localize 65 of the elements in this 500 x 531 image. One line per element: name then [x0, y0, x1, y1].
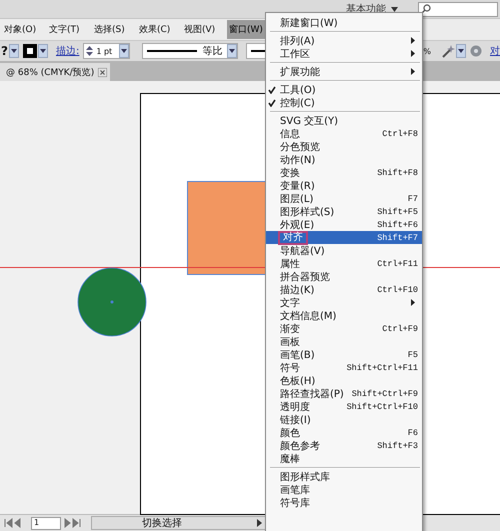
menu-item[interactable]: 色板(H)	[266, 374, 422, 387]
menu-item[interactable]: 动作(N)	[266, 153, 422, 166]
caret-icon	[456, 44, 466, 58]
menu-item[interactable]: 符号 Shift+Ctrl+F11	[266, 361, 422, 374]
status-dropdown[interactable]: 切换选择	[91, 516, 267, 530]
stroke-swatch-dropdown[interactable]	[22, 44, 48, 58]
stroke-weight-field[interactable]: 1 pt	[83, 43, 130, 59]
menu-item[interactable]: SVG 交互(Y)	[266, 114, 422, 127]
fill-dropdown[interactable]: ?	[1, 44, 19, 58]
align-link[interactable]: 对	[490, 44, 500, 58]
menu-item[interactable]: 分色预览	[266, 140, 422, 153]
menu-item[interactable]: 图形样式库	[266, 470, 422, 483]
magic-wand-icon	[441, 44, 455, 58]
menu-item[interactable]: 画板	[266, 335, 422, 348]
percent-label: %	[423, 46, 431, 56]
menu-item[interactable]: 链接(I)	[266, 413, 422, 426]
profile-dropdown[interactable]: 等比	[142, 43, 238, 59]
menu-item[interactable]: 符号库	[266, 496, 422, 509]
menu-item[interactable]: 控制(C)	[266, 96, 422, 109]
menu-item[interactable]: 工作区	[266, 47, 422, 60]
menu-item[interactable]: 图形样式(S) Shift+F5	[266, 205, 422, 218]
menu-bar-item[interactable]: 效果(C)	[137, 20, 180, 39]
document-tab[interactable]: @ 68% (CMYK/预览)	[0, 63, 110, 81]
menu-item[interactable]: 外观(E) Shift+F6	[266, 218, 422, 231]
menu-bar-item[interactable]: 对象(O)	[2, 20, 45, 39]
menu-item[interactable]: 变换 Shift+F8	[266, 166, 422, 179]
menu-item[interactable]: 颜色参考 Shift+F3	[266, 439, 422, 452]
menu-bar-item[interactable]: 选择(S)	[92, 20, 135, 39]
caret-icon	[8, 44, 19, 58]
menu-item[interactable]: 扩展功能	[266, 65, 422, 78]
menu-bar-item[interactable]: 视图(V)	[182, 20, 225, 39]
gear-icon	[470, 45, 482, 57]
menu-item[interactable]: 导航器(V)	[266, 244, 422, 257]
menu-item[interactable]: 变量(R)	[266, 179, 422, 192]
menu-item[interactable]: 工具(O)	[266, 83, 422, 96]
menu-item[interactable]: 图层(L) F7	[266, 192, 422, 205]
caret-icon	[119, 44, 130, 58]
line-icon	[147, 49, 198, 53]
search-icon	[421, 4, 431, 14]
page-field[interactable]: 1	[31, 516, 61, 530]
menu-item[interactable]: 文档信息(M)	[266, 309, 422, 322]
stroke-swatch-icon	[22, 44, 37, 58]
spinner-arrows-icon	[86, 45, 94, 57]
menu-item[interactable]: 路径查找器(P) Shift+Ctrl+F9	[266, 387, 422, 400]
menu-item[interactable]: 魔棒	[266, 452, 422, 465]
menu-item[interactable]: 拼合器预览	[266, 270, 422, 283]
menu-item[interactable]: 颜色 F6	[266, 426, 422, 439]
close-icon	[98, 68, 108, 76]
search-field[interactable]	[418, 2, 498, 16]
menu-item[interactable]: 画笔(B) F5	[266, 348, 422, 361]
menu-item[interactable]: 渐变 Ctrl+F9	[266, 322, 422, 335]
stroke-link[interactable]: 描边:	[56, 44, 80, 58]
menu-item[interactable]: 画笔库	[266, 483, 422, 496]
menu-item[interactable]: 信息 Ctrl+F8	[266, 127, 422, 140]
menu-item[interactable]: 描边(K) Ctrl+F10	[266, 283, 422, 296]
menu-item[interactable]: 透明度 Shift+Ctrl+F10	[266, 400, 422, 413]
caret-icon	[227, 44, 238, 58]
caret-icon	[257, 519, 262, 527]
menu-bar-item[interactable]: 文字(T)	[47, 20, 90, 39]
ellipse-object	[77, 267, 147, 337]
caret-icon	[38, 44, 48, 58]
magic-wand-dropdown[interactable]	[441, 44, 466, 58]
menu-item[interactable]: 对齐 Shift+F7	[266, 231, 422, 244]
menu-item[interactable]: 文字	[266, 296, 422, 309]
menu-item[interactable]: 属性 Ctrl+F11	[266, 257, 422, 270]
